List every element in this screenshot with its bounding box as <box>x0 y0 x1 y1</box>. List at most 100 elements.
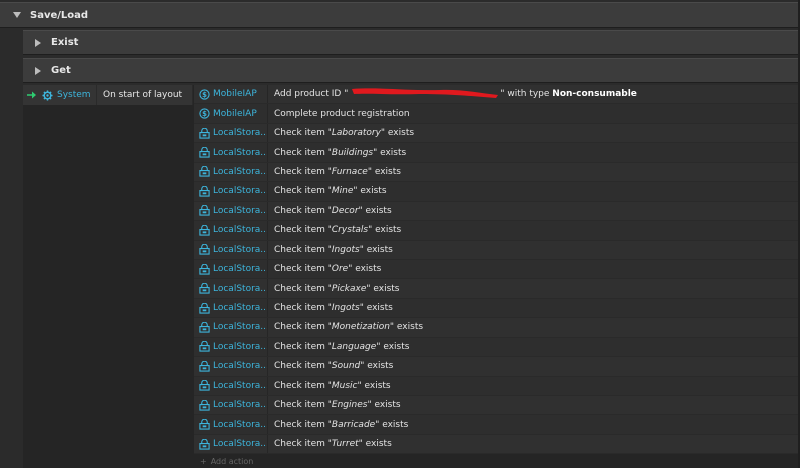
action-text-suffix: exists <box>394 322 424 333</box>
action-object[interactable]: LocalStora... <box>194 434 268 454</box>
action-row[interactable]: LocalStora... Check item "Sound" exists <box>194 357 798 377</box>
action-object-label: MobileIAP <box>213 89 257 100</box>
action-row[interactable]: LocalStora... Check item "Ore" exists <box>194 259 798 280</box>
action-object[interactable]: LocalStora... <box>194 415 268 434</box>
action-row[interactable]: LocalStora... Check item "Decor" exists <box>194 201 798 222</box>
action-text-suffix: exists <box>370 283 400 294</box>
group-title: Get <box>51 65 71 76</box>
action-object[interactable]: LocalStora... <box>194 240 268 259</box>
action-text-prefix: Check item <box>274 166 328 177</box>
action-object[interactable]: LocalStora... <box>194 221 268 240</box>
action-object[interactable]: LocalStora... <box>194 143 268 162</box>
action-object-label: LocalStora... <box>213 225 268 236</box>
action-text[interactable]: Check item "Music" exists <box>268 381 391 391</box>
expanded-triangle-icon[interactable] <box>12 10 22 20</box>
action-text-suffix: exists <box>352 264 382 275</box>
action-row[interactable]: LocalStora... Check item "Crystals" exist… <box>194 221 798 241</box>
action-text[interactable]: Add product ID " " with type Non-consumab… <box>268 88 637 100</box>
actions-list: $ MobileIAP Add product ID " " with type No… <box>194 85 798 455</box>
action-row[interactable]: LocalStora... Check item "Music" exists <box>194 376 798 396</box>
action-text[interactable]: Check item "Crystals" exists <box>268 225 401 235</box>
collapsed-triangle-icon[interactable] <box>33 66 43 76</box>
action-text-prefix: Check item <box>274 244 328 255</box>
group-header-exist[interactable]: Exist <box>23 30 798 55</box>
action-text-prefix: Check item <box>274 303 328 314</box>
action-text[interactable]: Check item "Sound" exists <box>268 361 393 371</box>
action-object[interactable]: LocalStora... <box>194 376 268 395</box>
storage-item-name: Monetization <box>331 322 390 333</box>
action-text[interactable]: Check item "Language" exists <box>268 342 409 352</box>
action-text[interactable]: Check item "Ingots" exists <box>268 303 393 313</box>
action-object[interactable]: LocalStora... <box>194 298 268 318</box>
action-text[interactable]: Check item "Laboratory" exists <box>268 128 414 138</box>
action-object[interactable]: $ MobileIAP <box>194 104 268 123</box>
localstorage-icon <box>199 380 210 391</box>
group-header-save-load[interactable]: Save/Load <box>0 2 798 28</box>
action-object[interactable]: LocalStora... <box>194 162 268 182</box>
action-row[interactable]: LocalStora... Check item "Laboratory" exi… <box>194 123 798 144</box>
action-row[interactable]: LocalStora... Check item "Turret" exists <box>194 434 798 455</box>
action-object-label: LocalStora... <box>213 400 268 411</box>
action-row[interactable]: LocalStora... Check item "Monetization" e… <box>194 318 798 338</box>
action-object-label: LocalStora... <box>213 147 268 158</box>
action-row[interactable]: LocalStora... Check item "Ingots" exists <box>194 298 798 319</box>
action-text[interactable]: Check item "Ingots" exists <box>268 245 393 255</box>
condition-trigger[interactable]: On start of layout <box>97 85 193 105</box>
action-text[interactable]: Check item "Engines" exists <box>268 400 401 410</box>
action-row[interactable]: $ MobileIAP Add product ID " " with type No… <box>194 85 798 105</box>
action-text[interactable]: Check item "Monetization" exists <box>268 322 423 332</box>
localstorage-icon <box>199 399 210 411</box>
collapsed-triangle-icon[interactable] <box>33 38 43 48</box>
action-row[interactable]: LocalStora... Check item "Furnace" exists <box>194 162 798 183</box>
action-text[interactable]: Check item "Decor" exists <box>268 206 392 216</box>
action-text-suffix: exists <box>372 225 402 236</box>
action-text-prefix: Check item <box>274 380 328 391</box>
action-text-suffix: exists <box>380 341 410 352</box>
action-text-suffix: exists <box>361 380 391 391</box>
action-object[interactable]: $ MobileIAP <box>194 85 268 104</box>
action-object[interactable]: LocalStora... <box>194 123 268 143</box>
action-text-prefix: Add product ID " <box>274 89 349 100</box>
localstorage-icon <box>199 321 210 333</box>
action-object[interactable]: LocalStora... <box>194 279 268 298</box>
storage-item-name: Ingots <box>331 303 360 314</box>
action-object[interactable]: LocalStora... <box>194 318 268 337</box>
localstorage-icon <box>199 341 210 353</box>
action-text[interactable]: Check item "Buildings" exists <box>268 148 406 158</box>
action-object-label: LocalStora... <box>213 244 268 255</box>
plus-icon: + <box>200 457 207 466</box>
action-object[interactable]: LocalStora... <box>194 201 268 221</box>
action-text-suffix: exists <box>363 303 393 314</box>
action-text[interactable]: Check item "Pickaxe" exists <box>268 284 399 294</box>
action-row[interactable]: LocalStora... Check item "Engines" exists <box>194 396 798 416</box>
system-gear-icon <box>42 89 53 101</box>
action-row[interactable]: LocalStora... Check item "Mine" exists <box>194 182 798 202</box>
action-object[interactable]: LocalStora... <box>194 182 268 201</box>
group-title: Save/Load <box>30 9 89 21</box>
action-object[interactable]: LocalStora... <box>194 357 268 376</box>
action-text[interactable]: Complete product registration <box>268 109 410 119</box>
action-row[interactable]: LocalStora... Check item "Ingots" exists <box>194 240 798 260</box>
localstorage-icon <box>199 263 210 275</box>
action-object[interactable]: LocalStora... <box>194 337 268 357</box>
action-row[interactable]: LocalStora... Check item "Language" exist… <box>194 337 798 358</box>
action-text[interactable]: Check item "Mine" exists <box>268 186 387 196</box>
action-object-label: MobileIAP <box>213 108 257 119</box>
action-text-prefix: Check item <box>274 128 328 139</box>
condition-object-system[interactable]: System <box>23 85 97 105</box>
group-header-get[interactable]: Get <box>23 58 798 83</box>
action-row[interactable]: $ MobileIAP Complete product registration <box>194 104 798 124</box>
action-text[interactable]: Check item "Ore" exists <box>268 264 381 274</box>
localstorage-icon <box>199 360 210 372</box>
action-row[interactable]: LocalStora... Check item "Pickaxe" exists <box>194 279 798 299</box>
action-text[interactable]: Check item "Furnace" exists <box>268 167 401 177</box>
action-text[interactable]: Check item "Barricade" exists <box>268 420 408 430</box>
add-action-label: Add action <box>210 457 254 466</box>
action-row[interactable]: LocalStora... Check item "Barricade" exis… <box>194 415 798 435</box>
action-object[interactable]: LocalStora... <box>194 396 268 415</box>
storage-item-name: Ingots <box>331 244 360 255</box>
action-object[interactable]: LocalStora... <box>194 259 268 279</box>
action-row[interactable]: LocalStora... Check item "Buildings" exis… <box>194 143 798 163</box>
action-text[interactable]: Check item "Turret" exists <box>268 439 392 449</box>
add-action-link[interactable]: + Add action <box>194 457 253 466</box>
